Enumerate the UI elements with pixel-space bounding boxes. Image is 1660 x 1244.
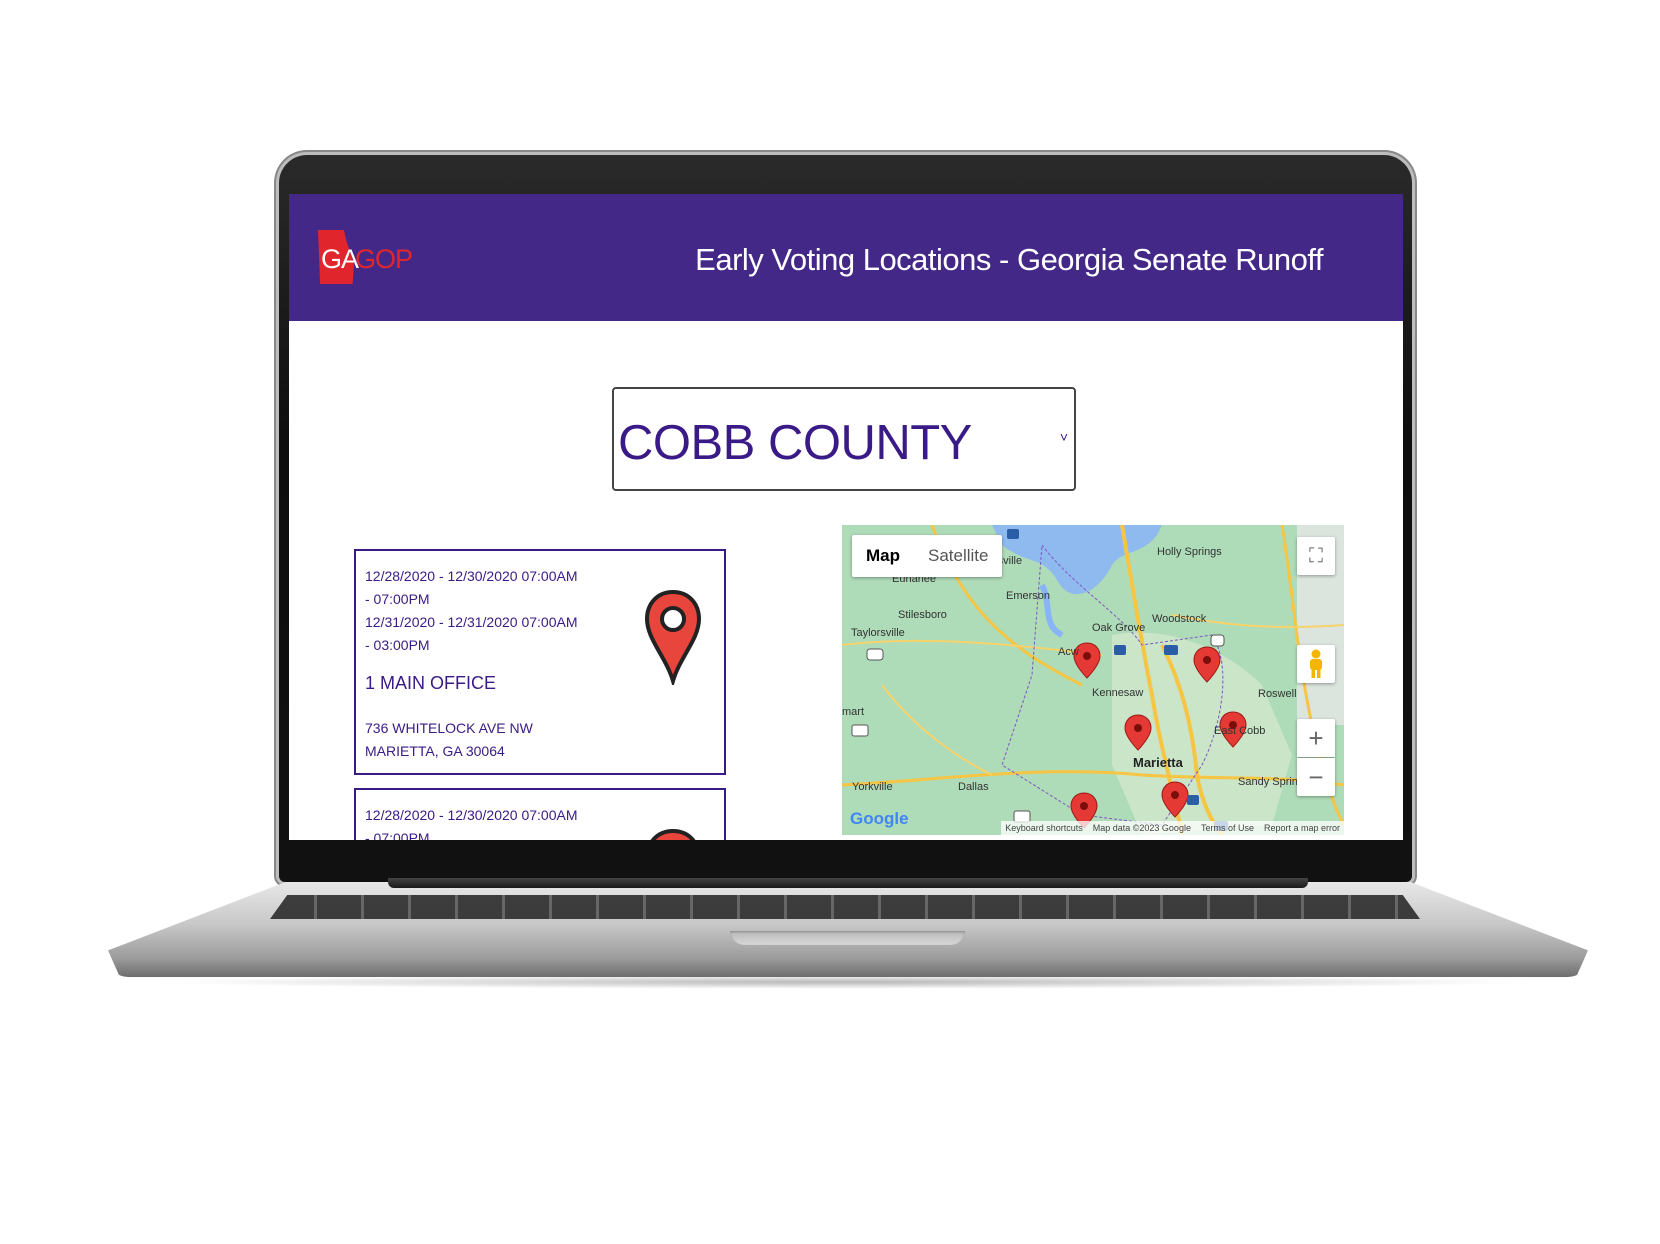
address-line: MARIETTA, GA 30064 [365,743,505,759]
logo-ga-text: GA [321,244,359,274]
map-label: East Cobb [1214,725,1266,737]
google-map[interactable]: Holly Springs Emerson Stilesboro Taylors… [842,525,1344,835]
laptop-notch [730,931,965,945]
map-pin-icon[interactable] [644,589,702,685]
map-type-control: Map Satellite [852,535,1003,577]
map-pin-icon[interactable] [644,828,702,840]
map-label: Oak Grove [1092,622,1146,634]
pegman-button[interactable] [1297,645,1335,683]
map-label: Emerson [1006,590,1051,602]
map-label: Taylorsville [851,627,905,639]
map-label: mart [842,706,864,718]
google-logo: Google [850,809,909,828]
gagop-logo[interactable]: GA GOP [318,230,418,286]
report-error-link[interactable]: Report a map error [1264,821,1340,835]
map-label: Holly Springs [1157,546,1222,558]
hours-line: 12/31/2020 - 12/31/2020 07:00AM - 03:00P… [365,614,578,653]
map-type-map-button[interactable]: Map [852,535,914,577]
county-select-value: COBB COUNTY [618,416,972,470]
terms-link[interactable]: Terms of Use [1201,821,1254,835]
location-address: 736 WHITELOCK AVE NW MARIETTA, GA 30064 [365,717,533,763]
page-title: Early Voting Locations - Georgia Senate … [695,242,1323,277]
location-hours: 12/28/2020 - 12/30/2020 07:00AM - 07:00P… [365,804,580,840]
map-label: Stilesboro [898,609,947,621]
map-label: Woodstock [1152,613,1207,625]
map-footer: Keyboard shortcuts Map data ©2023 Google… [1001,821,1344,835]
location-name: 1 MAIN OFFICE [365,673,497,693]
location-hours: 12/28/2020 - 12/30/2020 07:00AM - 07:00P… [365,565,580,657]
laptop-screen: GA GOP Early Voting Locations - Georgia … [289,194,1403,840]
county-select[interactable]: COBB COUNTY ˅ [612,387,1076,491]
map-label: Acw [1058,646,1079,658]
hours-line: 12/28/2020 - 12/30/2020 07:00AM - 07:00P… [365,568,578,607]
pegman-icon [1310,649,1322,678]
map-label: Roswell [1258,688,1297,700]
laptop-keyboard [270,895,1420,919]
fullscreen-icon[interactable]: ⛶ [1297,537,1335,575]
address-line: 736 WHITELOCK AVE NW [365,720,533,736]
map-data-text: Map data ©2023 Google [1092,823,1191,833]
map-label: Marietta [1133,755,1183,770]
zoom-out-button[interactable]: − [1297,758,1335,796]
chevron-down-icon: ˅ [1059,429,1068,445]
keyboard-shortcuts-link[interactable]: Keyboard shortcuts [1005,821,1083,835]
map-label: Dallas [958,781,989,793]
map-type-satellite-button[interactable]: Satellite [914,535,1002,577]
map-label: Kennesaw [1092,687,1144,699]
map-label: Yorkville [852,781,893,793]
map-label: Sandy Spring [1238,776,1305,788]
location-card[interactable]: 12/28/2020 - 12/30/2020 07:00AM - 07:00P… [354,549,726,775]
site-header: GA GOP Early Voting Locations - Georgia … [289,194,1403,321]
logo-gop-text: GOP [355,244,413,274]
hours-line: 12/28/2020 - 12/30/2020 07:00AM - 07:00P… [365,807,578,840]
laptop-hinge [388,878,1308,888]
location-card[interactable]: 12/28/2020 - 12/30/2020 07:00AM - 07:00P… [354,788,726,840]
laptop-shadow [150,975,1540,989]
zoom-in-button[interactable]: + [1297,719,1335,757]
